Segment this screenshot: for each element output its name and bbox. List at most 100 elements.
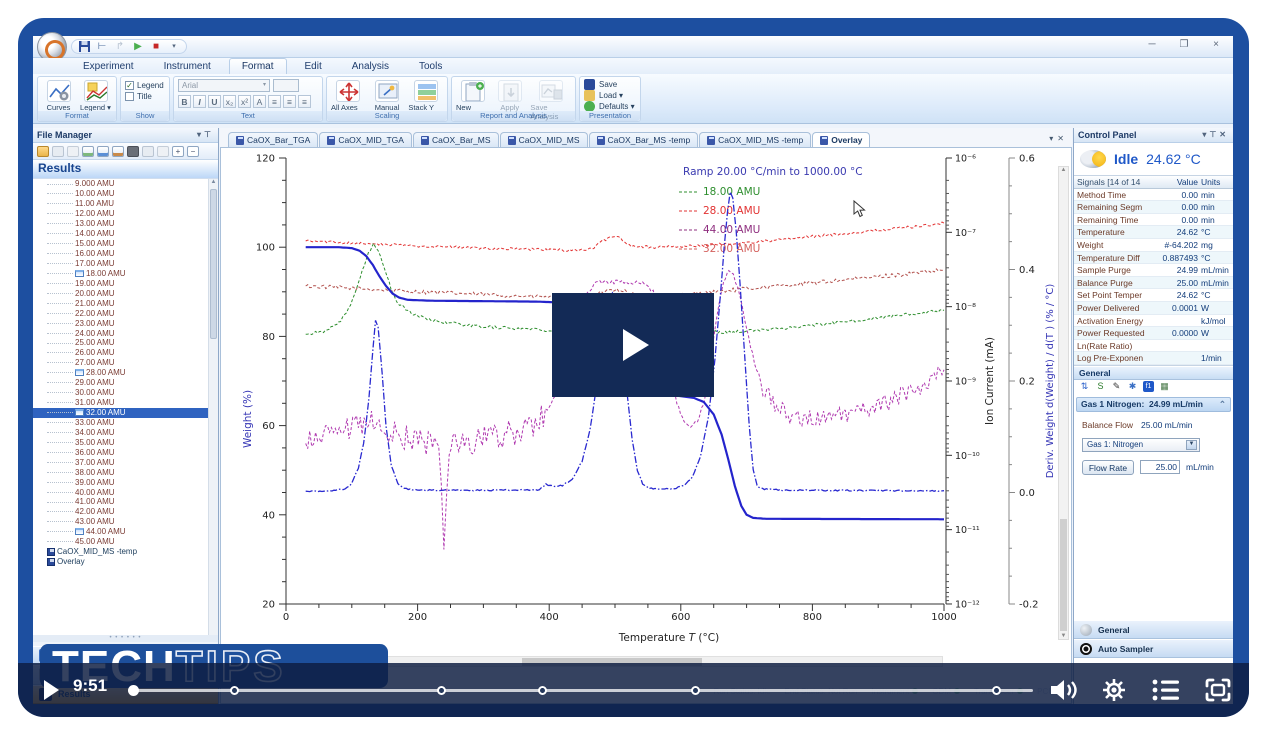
doc-tab-Overlay[interactable]: Overlay (812, 132, 870, 147)
tree-item-amu[interactable]: 12.00 AMU (33, 209, 218, 219)
tree-item-amu[interactable]: 45.00 AMU (33, 537, 218, 547)
collapse-all-icon[interactable]: − (187, 146, 199, 157)
pin-icon[interactable]: ⊤ (204, 130, 214, 139)
panel-menu-icon[interactable]: ▾ (197, 130, 204, 139)
presentation-save-button[interactable]: Save (584, 79, 617, 90)
tree-item-amu[interactable]: 30.00 AMU (33, 388, 218, 398)
stop-run-icon[interactable]: ■ (150, 41, 162, 53)
collapse-chevron-icon[interactable]: ⌃ (1219, 399, 1226, 410)
text-format-button-1[interactable]: I (193, 95, 206, 108)
ribbon-tab-experiment[interactable]: Experiment (71, 59, 146, 74)
tree-item-amu[interactable]: 38.00 AMU (33, 467, 218, 477)
tree-item-amu[interactable]: 37.00 AMU (33, 457, 218, 467)
minimize-button[interactable]: ─ (1143, 39, 1161, 50)
tree-item-amu[interactable]: 28.00 AMU (33, 368, 218, 378)
tree-item-amu[interactable]: 41.00 AMU (33, 497, 218, 507)
tree-item-amu[interactable]: 13.00 AMU (33, 219, 218, 229)
tree-item-amu[interactable]: 24.00 AMU (33, 328, 218, 338)
tree-item-amu[interactable]: 44.00 AMU (33, 527, 218, 537)
font-size-select[interactable] (273, 79, 299, 92)
doc-tab-CaOX_MID_TGA[interactable]: CaOX_MID_TGA (319, 132, 412, 147)
tree-item-amu[interactable]: 15.00 AMU (33, 239, 218, 249)
doc-tab-CaOX_MID_MS[interactable]: CaOX_MID_MS (500, 132, 588, 147)
gas-section-bar[interactable]: Gas 1 Nitrogen: 24.99 mL/min ⌃ (1076, 397, 1231, 412)
gas-select-dropdown[interactable]: Gas 1: Nitrogen▼ (1082, 438, 1200, 452)
cp-nav-auto-sampler[interactable]: Auto Sampler (1074, 639, 1233, 658)
tree-item-amu[interactable]: 39.00 AMU (33, 477, 218, 487)
tree-item-amu[interactable]: 19.00 AMU (33, 278, 218, 288)
text-format-button-5[interactable]: A (253, 95, 266, 108)
chapter-marker[interactable] (691, 686, 700, 695)
tree-item-file[interactable]: CaOX_MID_MS -temp (33, 547, 218, 557)
tree-item-amu[interactable]: 18.00 AMU (33, 268, 218, 278)
chart-vertical-scrollbar[interactable]: ▲▼ (1058, 166, 1069, 640)
playhead[interactable] (128, 685, 139, 696)
text-format-button-6[interactable]: ≡ (268, 95, 281, 108)
doc-tab-CaOX_Bar_MS[interactable]: CaOX_Bar_MS (413, 132, 499, 147)
flow-rate-input[interactable]: 25.00 (1140, 460, 1180, 474)
calibrate-icon[interactable]: ⇅ (1079, 381, 1090, 392)
tree-item-amu[interactable]: 16.00 AMU (33, 249, 218, 259)
reset-icon[interactable]: S (1095, 381, 1106, 392)
video-play-overlay[interactable] (552, 293, 714, 397)
tree-item-amu[interactable]: 21.00 AMU (33, 298, 218, 308)
close-button[interactable]: × (1207, 39, 1225, 50)
text-format-button-0[interactable]: B (178, 95, 191, 108)
chapters-list-icon[interactable] (1149, 673, 1183, 707)
ribbon-tab-edit[interactable]: Edit (293, 59, 334, 74)
text-format-button-2[interactable]: U (208, 95, 221, 108)
legend-button[interactable]: Legend ▾ (79, 79, 112, 112)
tare-icon[interactable]: ✎ (1111, 381, 1122, 392)
doc-tab-CaOX_Bar_MS--temp[interactable]: CaOX_Bar_MS -temp (589, 132, 699, 147)
title-checkbox[interactable]: Title (125, 92, 152, 101)
pin-icon[interactable]: ⊤ (1209, 130, 1219, 139)
chapter-marker[interactable] (437, 686, 446, 695)
tree-item-amu[interactable]: 22.00 AMU (33, 308, 218, 318)
text-format-button-3[interactable]: x₂ (223, 95, 236, 108)
settings-gear-icon[interactable] (1097, 673, 1131, 707)
refresh-icon[interactable] (157, 146, 169, 157)
tree-item-amu[interactable]: 26.00 AMU (33, 348, 218, 358)
tree-item-amu[interactable]: 10.00 AMU (33, 189, 218, 199)
ribbon-tab-format[interactable]: Format (229, 58, 287, 74)
undo-icon[interactable]: ⊢ (96, 41, 108, 53)
tree-item-amu[interactable]: 40.00 AMU (33, 487, 218, 497)
redo-icon[interactable]: ↱ (114, 41, 126, 53)
signals-table[interactable]: Signals [14 of 14ValueUnitsMethod Time0.… (1074, 175, 1233, 366)
chapter-marker[interactable] (992, 686, 1001, 695)
ribbon-tab-instrument[interactable]: Instrument (152, 59, 223, 74)
plot-template-2-icon[interactable] (97, 146, 109, 157)
doc-tab-CaOX_MID_MS--temp[interactable]: CaOX_MID_MS -temp (699, 132, 811, 147)
presentation-load-button[interactable]: Load ▾ (584, 90, 623, 101)
doc-tab-CaOX_Bar_TGA[interactable]: CaOX_Bar_TGA (228, 132, 318, 147)
tree-item-amu[interactable]: 25.00 AMU (33, 338, 218, 348)
ribbon-tab-analysis[interactable]: Analysis (340, 59, 401, 74)
volume-button[interactable] (1047, 673, 1081, 707)
start-run-icon[interactable]: ▶ (132, 41, 144, 53)
tree-scrollbar[interactable]: ▲▼ (208, 179, 218, 642)
tree-item-amu[interactable]: 34.00 AMU (33, 427, 218, 437)
panel-splitter[interactable]: • • • • • • (33, 635, 218, 642)
tree-item-amu[interactable]: 14.00 AMU (33, 229, 218, 239)
tree-item-amu[interactable]: 23.00 AMU (33, 318, 218, 328)
ribbon-tab-tools[interactable]: Tools (407, 59, 454, 74)
curves-button[interactable]: Curves (42, 79, 75, 112)
purge-icon[interactable]: ✱ (1127, 381, 1138, 392)
general-section-bar[interactable]: General (1074, 366, 1233, 380)
save-icon[interactable] (78, 41, 90, 53)
tree-item-amu[interactable]: 20.00 AMU (33, 288, 218, 298)
copy-icon[interactable] (52, 146, 64, 157)
tree-item-amu[interactable]: 27.00 AMU (33, 358, 218, 368)
results-section-header[interactable]: Results (33, 160, 218, 178)
chart-canvas[interactable]: 020040060080010002040608010012010⁻⁶10⁻⁷1… (220, 147, 1072, 704)
tree-item-amu[interactable]: 29.00 AMU (33, 378, 218, 388)
fullscreen-icon[interactable] (1201, 673, 1235, 707)
tree-item-amu[interactable]: 36.00 AMU (33, 447, 218, 457)
qat-dropdown-icon[interactable]: ▾ (168, 41, 180, 53)
plot-template-3-icon[interactable] (112, 146, 124, 157)
text-format-button-7[interactable]: ≡ (283, 95, 296, 108)
open-folder-icon[interactable] (37, 146, 49, 157)
restore-button[interactable]: ❐ (1175, 39, 1193, 50)
log-icon[interactable]: ▦ (1159, 381, 1170, 392)
tree-item-amu[interactable]: 32.00 AMU (33, 408, 218, 418)
